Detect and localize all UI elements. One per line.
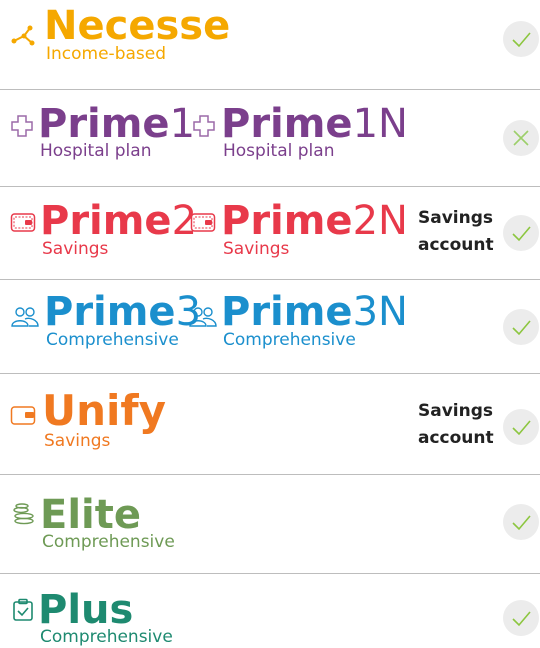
coins-icon xyxy=(12,503,36,529)
plan-name-variant: Prime1N xyxy=(221,101,408,147)
plan-subtitle: Savings xyxy=(42,239,109,259)
plan-name-variant: Prime3N xyxy=(221,289,408,335)
close-icon xyxy=(513,130,529,146)
status-check-badge xyxy=(503,21,539,57)
plan-name: Prime1 xyxy=(38,101,196,147)
people-icon xyxy=(10,306,40,332)
plan-row-prime3: Prime3 Comprehensive Prime3N Comprehensi… xyxy=(0,280,540,373)
wallet-icon xyxy=(10,404,36,430)
plan-row-elite: Elite Comprehensive xyxy=(0,475,540,573)
status-check-badge xyxy=(503,409,539,445)
check-icon xyxy=(512,320,531,336)
plan-name: Prime2 xyxy=(40,198,198,244)
plan-row-necesse: Necesse Income-based xyxy=(0,0,540,88)
check-icon xyxy=(512,420,531,436)
plan-subtitle: Income-based xyxy=(46,44,167,64)
plan-subtitle: Hospital plan xyxy=(223,141,335,161)
status-check-badge xyxy=(503,215,539,251)
wallet-icon xyxy=(10,211,36,237)
clipboard-check-icon xyxy=(12,598,34,626)
status-check-badge xyxy=(503,309,539,345)
status-cross-badge xyxy=(503,120,539,156)
medical-cross-icon xyxy=(10,114,34,142)
plan-subtitle: Comprehensive xyxy=(223,330,356,350)
savings-account-label: Savings account xyxy=(418,208,494,255)
plan-name: Necesse xyxy=(44,3,231,49)
plan-row-prime1: Prime1 Hospital plan Prime1N Hospital pl… xyxy=(0,90,540,186)
status-check-badge xyxy=(503,600,539,636)
wallet-icon xyxy=(190,211,216,237)
people-icon xyxy=(188,306,218,332)
plan-subtitle: Savings xyxy=(223,239,290,259)
plan-subtitle: Comprehensive xyxy=(40,627,173,647)
status-check-badge xyxy=(503,504,539,540)
plan-name-variant: Prime2N xyxy=(221,198,408,244)
savings-account-label: Savings account xyxy=(418,401,494,448)
plan-row-plus: Plus Comprehensive xyxy=(0,574,540,648)
check-icon xyxy=(512,611,531,627)
plan-name: Prime3 xyxy=(44,289,202,335)
plan-subtitle: Comprehensive xyxy=(46,330,179,350)
plan-subtitle: Comprehensive xyxy=(42,532,175,552)
plan-row-unify: Unify Savings Savings account xyxy=(0,374,540,474)
plan-name: Unify xyxy=(42,386,167,435)
medical-cross-icon xyxy=(192,114,216,142)
plan-row-prime2: Prime2 Savings Prime2N Savings Savings a… xyxy=(0,187,540,279)
plan-subtitle: Savings xyxy=(44,431,111,451)
plan-name: Plus xyxy=(38,587,134,633)
check-icon xyxy=(512,32,531,48)
plan-name: Elite xyxy=(40,492,141,538)
check-icon xyxy=(512,226,531,242)
network-icon xyxy=(10,24,42,50)
check-icon xyxy=(512,515,531,531)
plan-subtitle: Hospital plan xyxy=(40,141,152,161)
